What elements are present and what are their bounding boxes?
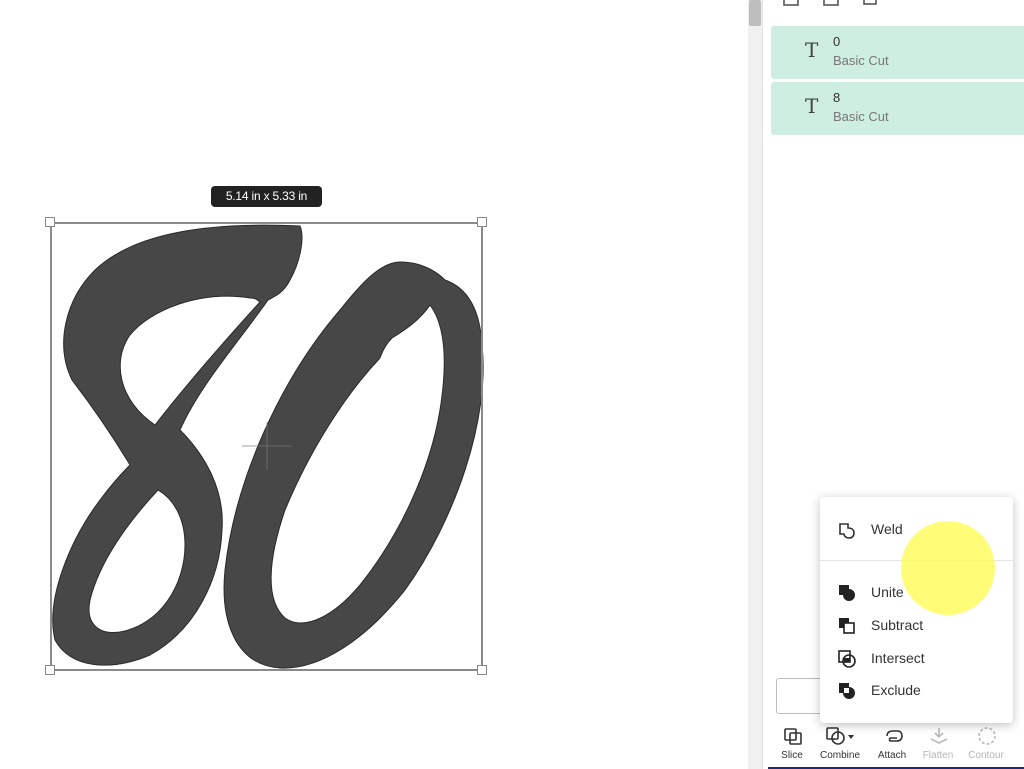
layer-item[interactable]: T 0 Basic Cut [771,26,1024,79]
menu-item-intersect[interactable]: Intersect [820,643,1013,673]
slice-label: Slice [781,750,803,761]
layer-operation-type: Basic Cut [833,109,889,124]
canvas-scrollbar-track[interactable] [748,0,762,769]
weld-icon [839,523,855,539]
layer-item[interactable]: T 8 Basic Cut [771,82,1024,135]
combine-button[interactable]: Combine [816,720,864,766]
menu-item-exclude[interactable]: Exclude [820,675,1013,705]
exclude-icon [839,683,855,699]
group-icon[interactable] [783,0,799,6]
layers-bottom-toolbar: Slice Combine Attach Flatten Contour [768,720,1024,769]
selection-box[interactable] [50,222,483,671]
combine-label: Combine [819,750,861,761]
menu-item-label: Exclude [871,682,921,698]
menu-item-label: Subtract [871,617,924,633]
subtract-icon [839,618,855,634]
attach-button[interactable]: Attach [868,720,916,766]
attach-label: Attach [877,750,907,761]
menu-item-label: Weld [871,521,903,537]
design-canvas[interactable]: 5.14 in x 5.33 in [0,0,748,769]
slice-icon [784,728,802,745]
contour-button[interactable]: Contour [962,720,1010,766]
canvas-scrollbar-thumb[interactable] [749,0,761,26]
combine-dropdown-menu: Weld Unite Subtract Intersect Exclude [820,497,1013,723]
contour-label: Contour [968,750,1004,761]
menu-item-subtract[interactable]: Subtract [820,610,1013,640]
chevron-down-icon [848,735,854,739]
intersect-icon [838,650,856,668]
layer-name: 0 [833,34,841,49]
cursor-highlight [901,521,995,615]
layer-operation-type: Basic Cut [833,53,889,68]
slice-button[interactable]: Slice [768,720,816,766]
resize-handle-top-left[interactable] [45,217,55,227]
delete-icon[interactable] [863,0,877,5]
contour-icon [978,727,996,745]
panel-top-tools [783,0,877,6]
flatten-icon [930,728,948,744]
layer-name: 8 [833,90,841,105]
resize-handle-top-right[interactable] [477,217,487,227]
menu-item-label: Intersect [871,650,925,666]
flatten-button[interactable]: Flatten [914,720,962,766]
attach-icon [886,730,903,742]
menu-item-label: Unite [871,584,904,600]
combine-icon [826,727,854,745]
resize-handle-bottom-right[interactable] [477,665,487,675]
flatten-label: Flatten [922,750,954,761]
unite-icon [839,585,855,601]
resize-handle-bottom-left[interactable] [45,665,55,675]
text-layer-icon: T [805,38,819,62]
text-layer-icon: T [805,94,819,118]
duplicate-icon[interactable] [823,0,839,6]
